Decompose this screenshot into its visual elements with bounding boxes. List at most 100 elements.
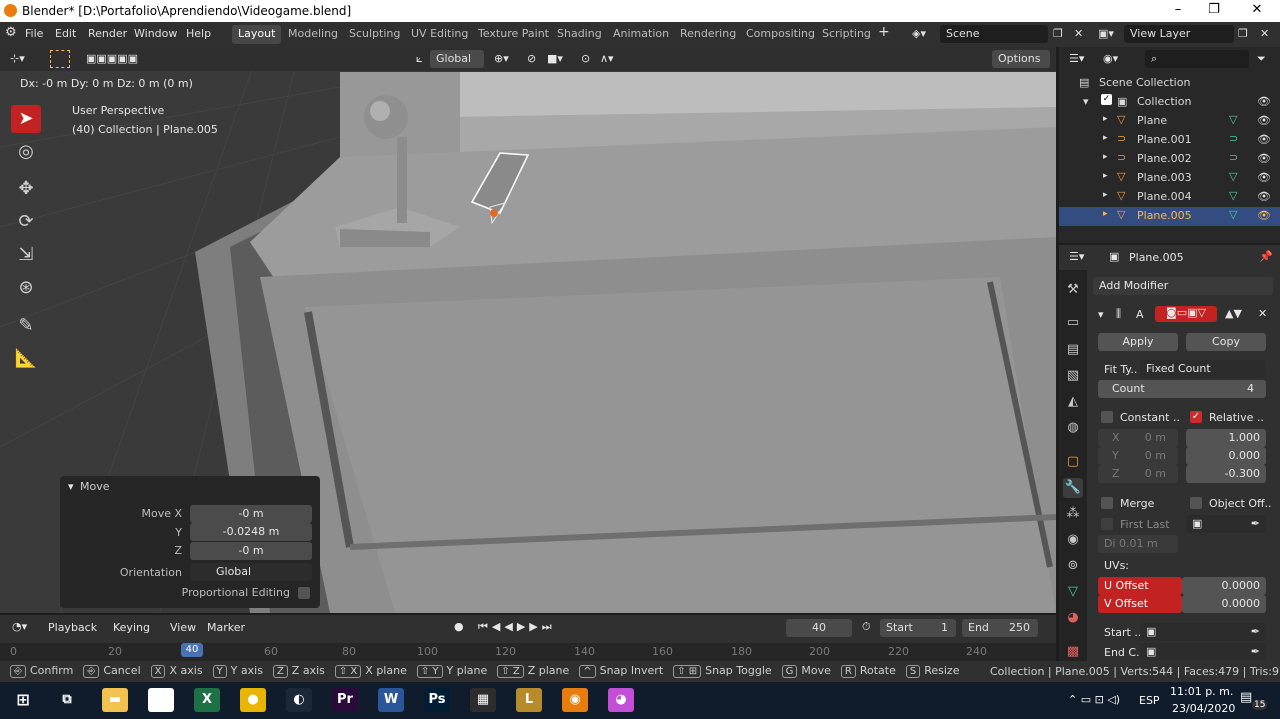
snap-target-icon[interactable]: ■▾	[547, 52, 563, 65]
expand-icon[interactable]: ▸	[1103, 114, 1108, 124]
tab-sculpting[interactable]: Sculpting	[343, 25, 406, 44]
constant-x-field[interactable]: X 0 m	[1098, 429, 1178, 447]
data-tab-icon[interactable]: ▽	[1063, 582, 1083, 602]
task-view-icon[interactable]: ⧉	[54, 688, 80, 712]
object-data-icon[interactable]: ▽	[1229, 113, 1237, 126]
count-field[interactable]: Count 4	[1098, 380, 1266, 398]
explorer-app-icon[interactable]: ▬	[102, 688, 128, 712]
maximize-button[interactable]: ❐	[1204, 2, 1224, 17]
tab-modeling[interactable]: Modeling	[282, 25, 344, 44]
expand-icon[interactable]: ▸	[1103, 152, 1108, 162]
new-scene-icon[interactable]: ❐	[1053, 27, 1063, 40]
visibility-eye-icon[interactable]: 👁	[1257, 114, 1271, 127]
mail-app-icon[interactable]: ✉	[148, 688, 174, 712]
merge-checkbox[interactable]	[1101, 497, 1113, 509]
object-data-icon[interactable]: ▽	[1229, 208, 1237, 221]
remove-view-layer-icon[interactable]: ✕	[1260, 27, 1269, 40]
tool-tab-icon[interactable]: ⚒	[1063, 280, 1083, 300]
blender-app-icon[interactable]: ◉	[562, 688, 588, 712]
merge-distance-field[interactable]: Di 0.01 m	[1098, 535, 1178, 553]
clock-time[interactable]: 11:01 p. m.	[1170, 685, 1233, 698]
expand-icon[interactable]: ▸	[1103, 209, 1108, 219]
collection-row[interactable]: ▾ ✓ ▣ Collection 👁	[1059, 93, 1280, 112]
first-last-checkbox[interactable]	[1101, 518, 1113, 530]
minimize-button[interactable]: –	[1168, 2, 1188, 17]
output-tab-icon[interactable]: ▤	[1063, 340, 1083, 360]
visibility-eye-icon[interactable]: 👁	[1257, 171, 1271, 184]
expand-icon[interactable]: ▸	[1103, 133, 1108, 143]
playback-controls-icon[interactable]: ⏮◀◀▶▶⏭	[478, 620, 556, 634]
eyedropper-icon[interactable]: ✒	[1251, 515, 1260, 533]
visibility-eye-icon[interactable]: 👁	[1257, 209, 1271, 222]
tab-layout[interactable]: Layout	[232, 25, 282, 44]
object-tab-icon[interactable]: ▢	[1063, 452, 1083, 472]
expand-icon[interactable]: ▸	[1103, 190, 1108, 200]
timeline-ruler[interactable]: 0 20 60 80 100 120 140 160 180 200 220 2…	[0, 643, 1056, 661]
excel-app-icon[interactable]: X	[194, 688, 220, 712]
panel-collapse-icon[interactable]: ▾	[68, 480, 74, 493]
move-tool-icon[interactable]: ✥	[11, 175, 41, 203]
scene-tab-icon[interactable]: ◭	[1063, 392, 1083, 412]
scale-tool-icon[interactable]: ⇲	[11, 241, 41, 269]
v-offset-field[interactable]: 0.0000	[1182, 595, 1266, 613]
orientation-select[interactable]: Global	[190, 563, 312, 581]
expand-icon[interactable]: ▾	[1083, 95, 1089, 108]
remove-scene-icon[interactable]: ✕	[1074, 27, 1083, 40]
system-tray-icons[interactable]: ⌃ ▭ ⊡ ◁)	[1068, 693, 1120, 706]
timeline-menu-keying[interactable]: Keying	[113, 621, 150, 634]
proportional-edit-icon[interactable]: ⊙	[581, 52, 590, 65]
offset-object-field[interactable]: ▣ ✒	[1186, 515, 1266, 533]
photoshop-app-icon[interactable]: Ps	[424, 688, 450, 712]
preview-range-icon[interactable]: ⏱	[862, 620, 871, 634]
transform-tool-icon[interactable]: ⊛	[11, 274, 41, 302]
move-x-field[interactable]: -0 m	[190, 505, 312, 523]
particles-tab-icon[interactable]: ⁂	[1063, 504, 1083, 524]
object-data-icon[interactable]: ⊃	[1229, 151, 1238, 164]
display-mode-icon[interactable]: ◉▾	[1103, 52, 1118, 65]
timeline-menu-playback[interactable]: Playback	[48, 621, 97, 634]
selection-mode-icons[interactable]: ▣▣▣▣▣	[86, 52, 138, 65]
visibility-eye-icon[interactable]: 👁	[1257, 190, 1271, 203]
eyedropper-icon[interactable]: ✒	[1251, 643, 1260, 661]
options-button[interactable]: Options	[992, 50, 1050, 68]
tab-rendering[interactable]: Rendering	[674, 25, 742, 44]
language-indicator[interactable]: ESP	[1139, 694, 1160, 707]
move-y-field[interactable]: -0.0248 m	[190, 523, 312, 541]
tab-compositing[interactable]: Compositing	[740, 25, 821, 44]
select-box-icon[interactable]	[50, 50, 70, 68]
tab-scripting[interactable]: Scripting	[816, 25, 877, 44]
outliner-item-plane-003[interactable]: ▸ ▽ Plane.003 ▽ 👁	[1059, 169, 1280, 188]
move-z-field[interactable]: -0 m	[190, 542, 312, 560]
timeline-editor-type-icon[interactable]: ◔▾	[12, 620, 27, 633]
annotate-tool-icon[interactable]: ✎	[11, 312, 41, 340]
collection-checkbox[interactable]: ✓	[1101, 94, 1112, 105]
start-frame-field[interactable]: Start 1	[880, 619, 956, 637]
constant-y-field[interactable]: Y 0 m	[1098, 447, 1178, 465]
select-tool-icon[interactable]: ➤	[11, 105, 41, 133]
move-modifier-icon[interactable]: ▲▼	[1225, 307, 1242, 320]
filter-icon[interactable]: ⏷	[1257, 52, 1266, 66]
editor-type-icon[interactable]: ⊹▾	[10, 52, 25, 65]
modifier-collapse-icon[interactable]: ▾	[1098, 308, 1104, 321]
relative-offset-checkbox[interactable]: ✓	[1190, 411, 1202, 423]
end-frame-field[interactable]: End 250	[962, 619, 1038, 637]
outliner-item-plane[interactable]: ▸ ▽ Plane ▽ 👁	[1059, 112, 1280, 131]
copy-button[interactable]: Copy	[1186, 333, 1266, 351]
start-cap-field[interactable]: ▣ ✒	[1140, 623, 1266, 641]
menu-file[interactable]: File	[25, 27, 43, 40]
word-app-icon[interactable]: W	[378, 688, 404, 712]
rotate-tool-icon[interactable]: ⟳	[11, 208, 41, 236]
blender-menu-icon[interactable]: ⚙	[5, 25, 17, 40]
modifier-tab-icon[interactable]: 🔧	[1063, 478, 1083, 498]
material-tab-icon[interactable]: ◕	[1063, 608, 1083, 628]
world-tab-icon[interactable]: ◍	[1063, 418, 1083, 438]
close-button[interactable]: ✕	[1247, 2, 1267, 17]
timeline-menu-view[interactable]: View	[170, 621, 196, 634]
tab-uv-editing[interactable]: UV Editing	[405, 25, 474, 44]
menu-window[interactable]: Window	[134, 27, 177, 40]
view-layer-field[interactable]: View Layer	[1124, 25, 1234, 43]
menu-render[interactable]: Render	[88, 27, 127, 40]
menu-help[interactable]: Help	[186, 27, 211, 40]
remove-modifier-icon[interactable]: ✕	[1258, 307, 1267, 320]
league-app-icon[interactable]: L	[516, 688, 542, 712]
